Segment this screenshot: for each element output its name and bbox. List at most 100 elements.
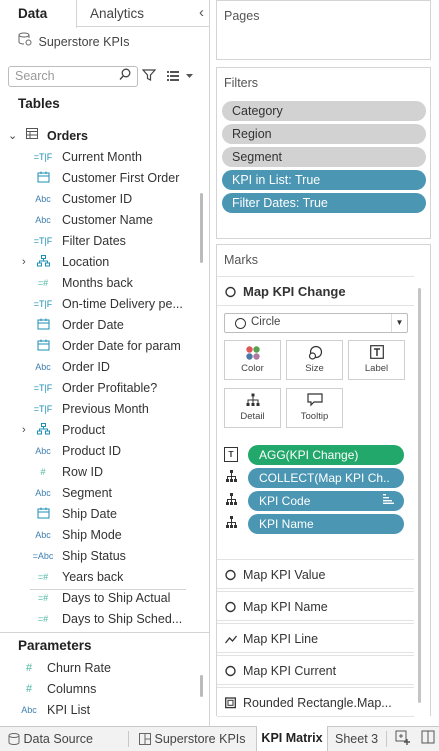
field-item[interactable]: › Product: [0, 420, 196, 441]
detail-button[interactable]: Detail: [224, 388, 281, 428]
field-label: Order Date for param: [62, 339, 181, 353]
field-item[interactable]: Abc Product ID: [0, 441, 196, 462]
field-pill[interactable]: KPI Code: [248, 491, 404, 511]
filter-pill[interactable]: Category: [222, 101, 426, 121]
marks-layer[interactable]: Map KPI Current: [217, 655, 414, 685]
marks-title: Marks: [224, 253, 259, 267]
detail-icon[interactable]: [224, 470, 238, 485]
date-icon: [32, 315, 54, 330]
collapse-pane-icon[interactable]: ‹: [199, 4, 204, 21]
field-pill[interactable]: KPI Name: [248, 514, 404, 534]
field-item[interactable]: › Location: [0, 252, 196, 273]
field-label: Order Date: [62, 318, 124, 332]
calc-number-icon: =#: [37, 593, 49, 603]
field-item[interactable]: =T|F Order Profitable?: [0, 378, 196, 399]
field-item[interactable]: Order Date: [0, 315, 196, 336]
field-pill[interactable]: COLLECT(Map KPI Ch..: [248, 468, 404, 488]
marks-layer[interactable]: Map KPI Name: [217, 591, 414, 621]
line-icon: [224, 624, 238, 652]
tab-kpi-matrix[interactable]: KPI Matrix: [256, 726, 328, 751]
chevron-down-icon[interactable]: ⌄: [8, 126, 17, 147]
pages-shelf[interactable]: Pages: [216, 0, 431, 60]
marks-layer[interactable]: Rounded Rectangle.Map...: [217, 687, 414, 717]
marks-layer[interactable]: Map KPI Value: [217, 559, 414, 589]
field-item[interactable]: =# Days to Ship Sched...: [0, 609, 196, 630]
marks-layer[interactable]: Map KPI Line: [217, 623, 414, 653]
database-icon: [8, 733, 20, 746]
filter-pill[interactable]: Segment: [222, 147, 426, 167]
tab-analytics[interactable]: Analytics: [90, 0, 144, 27]
field-item[interactable]: =# Years back: [0, 567, 196, 588]
data-pane-tabs: Data Analytics ‹: [0, 0, 209, 28]
field-item[interactable]: Abc Customer Name: [0, 210, 196, 231]
marks-layer-active[interactable]: Map KPI Change: [217, 276, 414, 306]
data-source-item[interactable]: Superstore KPIs: [18, 32, 130, 52]
hierarchy-icon: [32, 252, 54, 267]
field-label: Order ID: [62, 360, 110, 374]
field-label: Location: [62, 255, 110, 269]
tab-superstore-kpis[interactable]: Superstore KPIs: [139, 727, 246, 751]
size-button[interactable]: Size: [286, 340, 343, 380]
field-item[interactable]: =# Months back: [0, 273, 196, 294]
field-item[interactable]: Abc Order ID: [0, 357, 196, 378]
filters-shelf[interactable]: Filters Category Region Segment KPI in List…: [216, 67, 431, 239]
field-item[interactable]: Order Date for param: [0, 336, 196, 357]
data-source-label: Superstore KPIs: [38, 35, 130, 49]
filter-icon[interactable]: [141, 68, 157, 82]
field-item[interactable]: Abc Customer ID: [0, 189, 196, 210]
tab-data-source[interactable]: Data Source: [8, 727, 93, 751]
field-pill[interactable]: AGG(KPI Change): [248, 445, 404, 465]
label-button[interactable]: Label: [348, 340, 405, 380]
tab-sheet-3[interactable]: Sheet 3: [335, 727, 378, 751]
new-dashboard-button[interactable]: [421, 730, 437, 751]
filter-pill[interactable]: KPI in List: True: [222, 170, 426, 190]
tab-data[interactable]: Data: [0, 0, 77, 28]
tab-data-source-label: Data Source: [23, 732, 93, 746]
detail-icon[interactable]: [224, 493, 238, 508]
parameter-item[interactable]: # Churn Rate: [0, 658, 196, 679]
chevron-right-icon[interactable]: ›: [22, 420, 26, 441]
table-orders[interactable]: ⌄ Orders: [0, 126, 196, 147]
view-options-icon[interactable]: [167, 70, 195, 84]
chevron-right-icon[interactable]: ›: [22, 252, 26, 273]
color-button[interactable]: Color: [224, 340, 281, 380]
parameter-item[interactable]: Abc KPI List: [0, 700, 196, 721]
circle-icon: [235, 318, 246, 329]
field-item[interactable]: # Row ID: [0, 462, 196, 483]
mark-type-label: Circle: [251, 316, 281, 328]
marks-scrollbar[interactable]: [418, 288, 421, 703]
label-icon[interactable]: T: [224, 447, 238, 462]
parameter-item[interactable]: # Columns: [0, 679, 196, 700]
filter-pill[interactable]: Filter Dates: True: [222, 193, 426, 213]
field-item[interactable]: =T|F Previous Month: [0, 399, 196, 420]
field-label: Row ID: [62, 465, 103, 479]
field-item[interactable]: Ship Date: [0, 504, 196, 525]
field-item[interactable]: =T|F On-time Delivery pe...: [0, 294, 196, 315]
detail-icon[interactable]: [224, 516, 238, 531]
table-label: Orders: [47, 129, 88, 143]
field-item[interactable]: Customer First Order: [0, 168, 196, 189]
mark-type-dropdown[interactable]: Circle ▼: [224, 313, 408, 333]
calc-boolean-icon: =T|F: [33, 383, 53, 393]
search-icon: [119, 68, 131, 84]
calc-number-icon: =#: [37, 614, 49, 624]
search-input[interactable]: Search: [8, 66, 138, 87]
fields-scrollbar[interactable]: [200, 193, 203, 263]
new-worksheet-button[interactable]: [395, 730, 411, 751]
field-item[interactable]: =T|F Current Month: [0, 147, 196, 168]
calc-number-icon: =#: [37, 278, 49, 288]
field-label: Customer First Order: [62, 171, 180, 185]
detail-icon: [225, 389, 280, 411]
tooltip-button[interactable]: Tooltip: [286, 388, 343, 428]
field-label: Product ID: [62, 444, 122, 458]
filter-pill[interactable]: Region: [222, 124, 426, 144]
parameters-scrollbar[interactable]: [200, 675, 203, 697]
field-item[interactable]: Abc Segment: [0, 483, 196, 504]
field-item[interactable]: =Abc Ship Status: [0, 546, 196, 567]
field-item[interactable]: =T|F Filter Dates: [0, 231, 196, 252]
field-item[interactable]: =# Days to Ship Actual: [0, 588, 196, 609]
field-item[interactable]: Abc Ship Mode: [0, 525, 196, 546]
date-icon: [32, 168, 54, 183]
new-sheet-icon: [395, 730, 410, 745]
field-label: Ship Status: [62, 549, 126, 563]
